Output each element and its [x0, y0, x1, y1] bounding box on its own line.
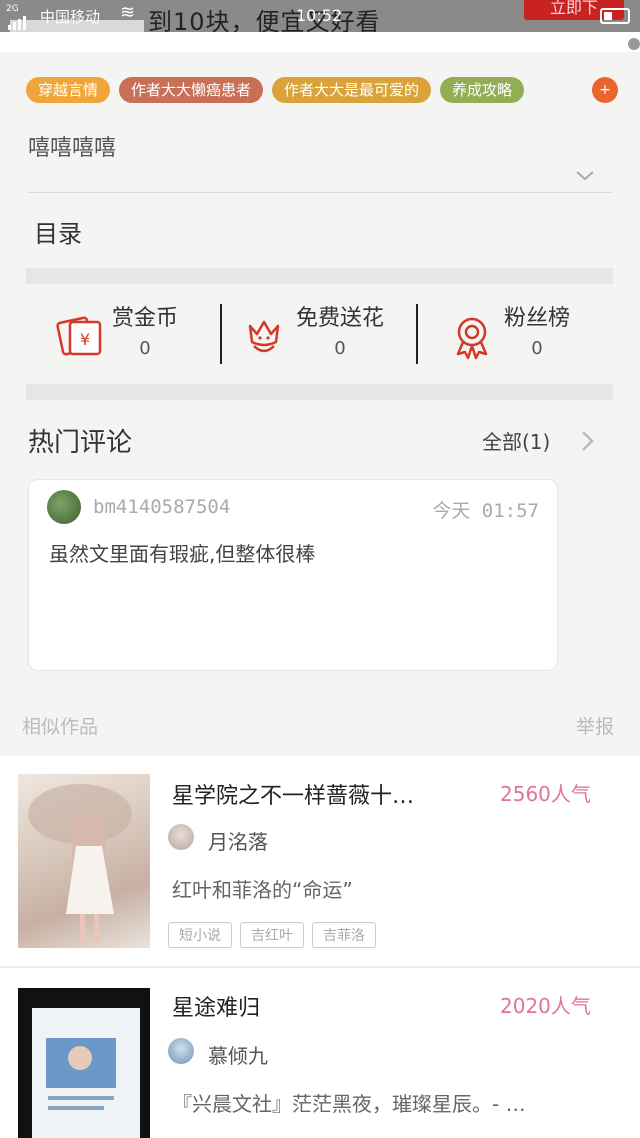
cover-illustration — [32, 1008, 140, 1138]
reward-count: 0 — [531, 338, 543, 359]
work-title[interactable]: 星途难归 — [172, 990, 260, 1022]
author-name[interactable]: 月洺落 — [208, 826, 268, 855]
author-avatar — [168, 824, 194, 850]
report-link[interactable]: 举报 — [576, 712, 614, 739]
work-tag[interactable]: 吉红叶 — [240, 922, 304, 948]
hot-comments-title: 热门评论 — [28, 428, 133, 458]
divider — [0, 966, 640, 968]
tag-chip[interactable]: 穿越言情 — [26, 77, 111, 103]
section-separator — [26, 268, 613, 284]
flower-icon — [248, 320, 280, 353]
reward-label: 赏金币 — [112, 306, 179, 331]
ad-close-icon[interactable] — [628, 38, 640, 50]
battery-icon — [600, 8, 630, 24]
add-tag-button[interactable]: + — [592, 77, 618, 103]
signal-icon — [8, 12, 28, 30]
work-title[interactable]: 星学院之不一样蔷薇十… — [172, 778, 414, 810]
section-separator — [26, 384, 613, 400]
book-cover[interactable] — [18, 988, 150, 1138]
avatar[interactable] — [47, 490, 81, 524]
divider — [220, 304, 222, 364]
red-envelope-icon: ¥ — [56, 316, 102, 356]
reward-coins-button[interactable]: ¥ 赏金币 0 — [56, 300, 178, 370]
comment-text: 虽然文里面有瑕疵,但整体很棒 — [49, 542, 316, 566]
author-name[interactable]: 慕倾九 — [208, 1040, 268, 1069]
status-bar: 2G 中国移动 ≋ 10:52 — [0, 0, 640, 32]
author-avatar — [168, 1038, 194, 1064]
work-tag[interactable]: 短小说 — [168, 922, 232, 948]
divider — [416, 304, 418, 364]
reward-count: 0 — [334, 338, 346, 359]
work-description: 红叶和菲洛的“命运” — [172, 878, 353, 902]
cover-illustration — [28, 784, 132, 944]
work-tags: 短小说 吉红叶 吉菲洛 — [168, 922, 376, 948]
ad-spacer — [0, 32, 640, 52]
carrier-name: 中国移动 — [40, 8, 101, 26]
tag-chip[interactable]: 养成攻略 — [440, 77, 525, 103]
work-tag[interactable]: 吉菲洛 — [312, 922, 376, 948]
fan-ranking-button[interactable]: 粉丝榜 0 — [448, 300, 570, 370]
svg-text:¥: ¥ — [80, 330, 90, 349]
tag-chip[interactable]: 作者大大懒癌患者 — [119, 77, 264, 103]
popularity-count: 2020人气 — [500, 994, 591, 1018]
clock: 10:52 — [296, 6, 343, 25]
chevron-down-icon[interactable] — [574, 164, 596, 186]
wifi-icon: ≋ — [120, 2, 136, 23]
reward-label: 粉丝榜 — [504, 306, 571, 331]
chevron-right-icon[interactable] — [578, 428, 596, 454]
reward-count: 0 — [139, 338, 151, 359]
all-comments-link[interactable]: 全部(1) — [482, 426, 550, 455]
popularity-count: 2560人气 — [500, 782, 591, 806]
comment-card[interactable]: bm4140587504 今天 01:57 虽然文里面有瑕疵,但整体很棒 — [28, 479, 558, 671]
medal-icon — [456, 317, 488, 360]
divider — [28, 192, 613, 193]
reward-label: 免费送花 — [296, 306, 385, 331]
work-description: 『兴晨文社』茫茫黑夜，璀璨星辰。- … — [172, 1092, 526, 1116]
comment-time: 今天 01:57 — [432, 500, 539, 522]
similar-works-title: 相似作品 — [22, 716, 99, 738]
book-cover[interactable] — [18, 774, 150, 948]
catalog-link[interactable]: 目录 — [34, 214, 82, 249]
book-summary: 嘻嘻嘻嘻 — [28, 136, 117, 161]
tag-chip[interactable]: 作者大大是最可爱的 — [272, 77, 432, 103]
tag-row: 穿越言情 作者大大懒癌患者 作者大大是最可爱的 养成攻略 — [26, 77, 525, 103]
send-flower-button[interactable]: 免费送花 0 — [240, 300, 384, 370]
comment-username[interactable]: bm4140587504 — [93, 496, 230, 518]
